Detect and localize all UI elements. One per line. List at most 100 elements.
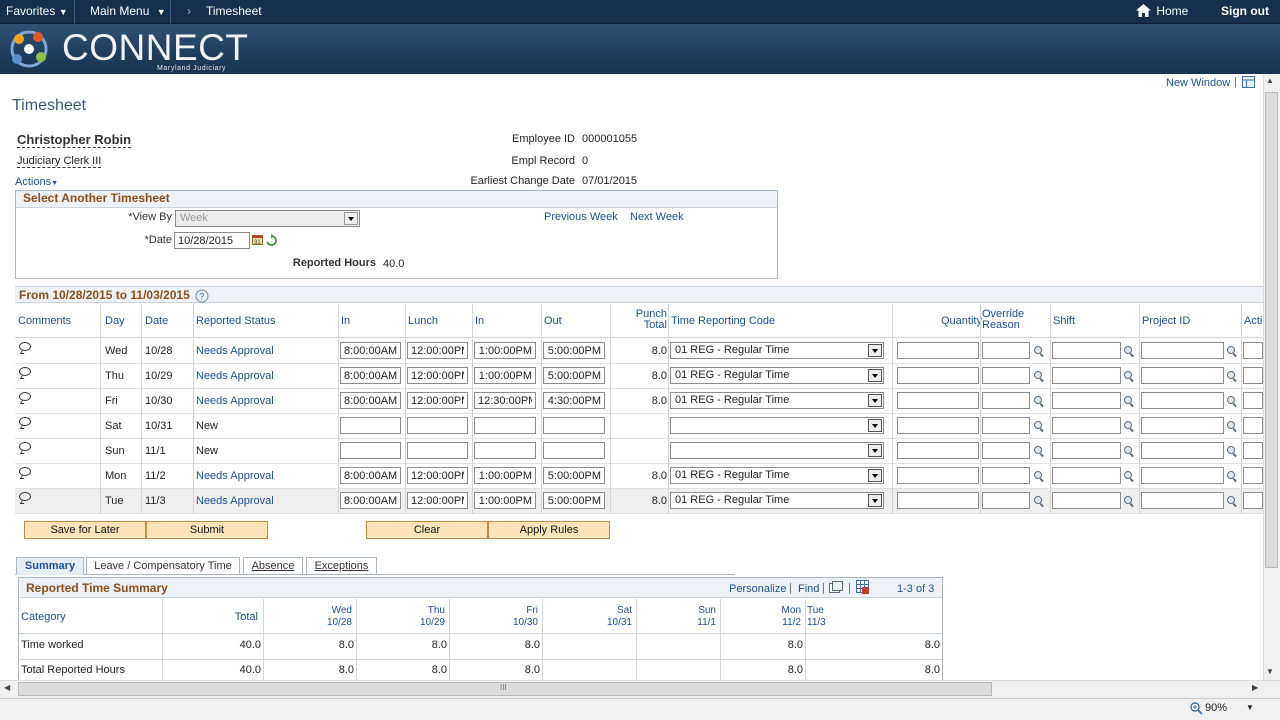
lookup-icon[interactable] <box>1227 396 1238 407</box>
lookup-icon[interactable] <box>1227 421 1238 432</box>
project-id-input[interactable] <box>1141 392 1224 409</box>
time-in1-input[interactable] <box>340 392 401 409</box>
time-out-input[interactable] <box>543 417 605 434</box>
clear-button[interactable]: Clear <box>366 521 488 539</box>
shift-input[interactable] <box>1052 392 1121 409</box>
activity-input[interactable] <box>1243 442 1263 459</box>
lookup-icon[interactable] <box>1124 421 1135 432</box>
quantity-input[interactable] <box>897 442 979 459</box>
row-reported-status[interactable]: Needs Approval <box>196 495 274 507</box>
time-in2-input[interactable] <box>474 367 536 384</box>
shift-input[interactable] <box>1052 442 1121 459</box>
col-date[interactable]: Date <box>145 315 168 327</box>
lookup-icon[interactable] <box>1124 396 1135 407</box>
view-all-icon[interactable] <box>829 581 843 593</box>
time-in1-input[interactable] <box>340 492 401 509</box>
tab-leave-compensatory-time[interactable]: Leave / Compensatory Time <box>86 557 240 575</box>
download-spreadsheet-icon[interactable] <box>856 580 870 594</box>
help-icon[interactable]: ? <box>195 289 209 303</box>
col-quantity[interactable]: Quantity <box>941 315 982 327</box>
scroll-down-icon[interactable]: ▼ <box>1266 667 1274 676</box>
activity-input[interactable] <box>1243 417 1263 434</box>
project-id-input[interactable] <box>1141 417 1224 434</box>
shift-input[interactable] <box>1052 417 1121 434</box>
lookup-icon[interactable] <box>1034 371 1045 382</box>
row-reported-status[interactable]: Needs Approval <box>196 470 274 482</box>
time-reporting-code-select[interactable]: 01 REG - Regular Time <box>670 392 884 409</box>
time-in2-input[interactable] <box>474 342 536 359</box>
personalize-link[interactable]: Personalize <box>729 583 786 595</box>
override-reason-input[interactable] <box>982 417 1030 434</box>
time-lunch-input[interactable] <box>407 417 468 434</box>
time-out-input[interactable] <box>543 492 605 509</box>
col-comments[interactable]: Comments <box>18 315 71 327</box>
lookup-icon[interactable] <box>1227 371 1238 382</box>
shift-input[interactable] <box>1052 367 1121 384</box>
quantity-input[interactable] <box>897 342 979 359</box>
breadcrumb-timesheet[interactable]: Timesheet <box>206 4 262 18</box>
time-in1-input[interactable] <box>340 417 401 434</box>
comment-bubble-icon[interactable] <box>19 367 31 376</box>
comment-bubble-icon[interactable] <box>19 417 31 426</box>
col-in-after-lunch[interactable]: In <box>475 315 484 327</box>
view-by-select[interactable]: Week <box>175 210 360 227</box>
lookup-icon[interactable] <box>1124 371 1135 382</box>
time-in2-input[interactable] <box>474 492 536 509</box>
actions-menu[interactable]: Actions▼ <box>15 176 58 188</box>
time-reporting-code-select[interactable]: 01 REG - Regular Time <box>670 342 884 359</box>
zoom-icon[interactable] <box>1190 702 1203 715</box>
date-input[interactable] <box>174 232 250 249</box>
row-reported-status[interactable]: Needs Approval <box>196 370 274 382</box>
col-lunch[interactable]: Lunch <box>408 315 438 327</box>
home-link[interactable]: Home <box>1136 4 1188 18</box>
quantity-input[interactable] <box>897 392 979 409</box>
comment-bubble-icon[interactable] <box>19 392 31 401</box>
employee-job-title[interactable]: Judiciary Clerk III <box>17 155 102 168</box>
lookup-icon[interactable] <box>1124 446 1135 457</box>
activity-input[interactable] <box>1243 467 1263 484</box>
time-reporting-code-select[interactable] <box>670 442 884 459</box>
override-reason-input[interactable] <box>982 342 1030 359</box>
time-out-input[interactable] <box>543 342 605 359</box>
time-lunch-input[interactable] <box>407 367 468 384</box>
override-reason-input[interactable] <box>982 442 1030 459</box>
col-shift[interactable]: Shift <box>1053 315 1075 327</box>
lookup-icon[interactable] <box>1124 346 1135 357</box>
project-id-input[interactable] <box>1141 442 1224 459</box>
scroll-right-icon[interactable]: ▶ <box>1252 683 1258 692</box>
comment-bubble-icon[interactable] <box>19 442 31 451</box>
col-actions[interactable]: Acti <box>1244 315 1262 327</box>
quantity-input[interactable] <box>897 492 979 509</box>
sign-out-link[interactable]: Sign out <box>1221 4 1269 18</box>
tab-exceptions[interactable]: Exceptions <box>306 557 377 575</box>
col-punch-total[interactable]: Punch Total <box>620 309 667 331</box>
override-reason-input[interactable] <box>982 467 1030 484</box>
lookup-icon[interactable] <box>1124 496 1135 507</box>
lookup-icon[interactable] <box>1227 446 1238 457</box>
zoom-level[interactable]: 90% <box>1205 702 1227 714</box>
lookup-icon[interactable] <box>1227 496 1238 507</box>
shift-input[interactable] <box>1052 492 1121 509</box>
col-in[interactable]: In <box>341 315 350 327</box>
project-id-input[interactable] <box>1141 492 1224 509</box>
comment-bubble-icon[interactable] <box>19 342 31 351</box>
time-lunch-input[interactable] <box>407 442 468 459</box>
time-out-input[interactable] <box>543 467 605 484</box>
comment-bubble-icon[interactable] <box>19 492 31 501</box>
favorites-menu[interactable]: Favorites ▼ <box>6 4 68 18</box>
time-in2-input[interactable] <box>474 467 536 484</box>
time-lunch-input[interactable] <box>407 342 468 359</box>
activity-input[interactable] <box>1243 392 1263 409</box>
quantity-input[interactable] <box>897 367 979 384</box>
save-for-later-button[interactable]: Save for Later <box>24 521 146 539</box>
time-reporting-code-select[interactable]: 01 REG - Regular Time <box>670 492 884 509</box>
time-in1-input[interactable] <box>340 342 401 359</box>
time-lunch-input[interactable] <box>407 392 468 409</box>
time-reporting-code-select[interactable] <box>670 417 884 434</box>
scroll-left-icon[interactable]: ◀ <box>4 683 10 692</box>
quantity-input[interactable] <box>897 417 979 434</box>
refresh-icon[interactable] <box>265 234 278 247</box>
col-reported-status[interactable]: Reported Status <box>196 315 276 327</box>
next-week-link[interactable]: Next Week <box>630 211 684 223</box>
col-override-reason[interactable]: Override Reason <box>982 309 1024 331</box>
